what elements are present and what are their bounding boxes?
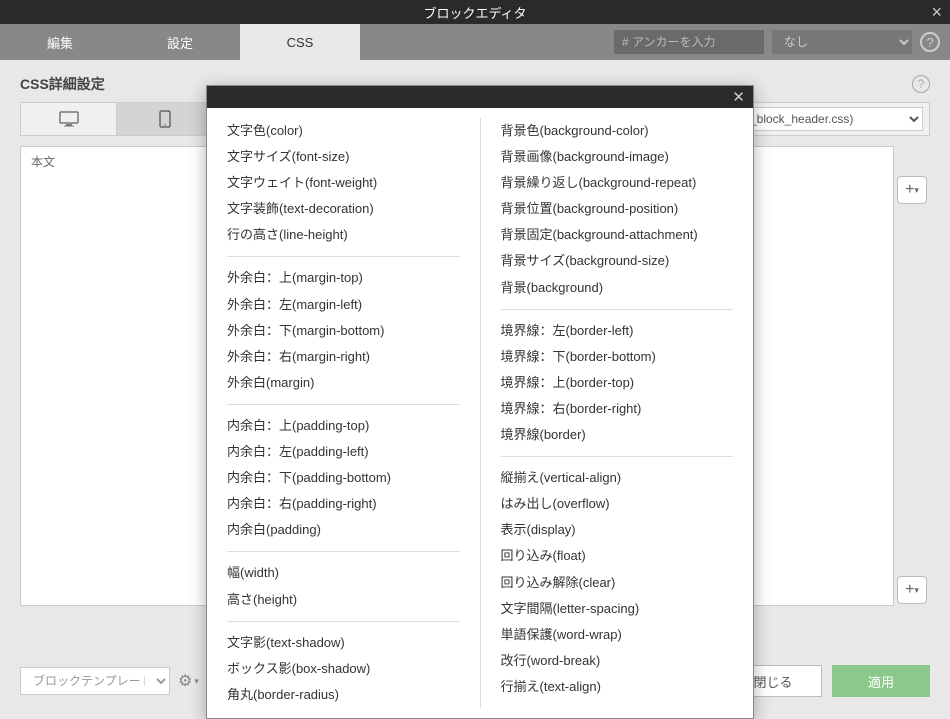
property-item[interactable]: 回り込み解除(clear) bbox=[501, 570, 734, 596]
property-group: 文字色(color)文字サイズ(font-size)文字ウェイト(font-we… bbox=[227, 118, 460, 248]
window-title: ブロックエディタ bbox=[423, 3, 526, 22]
property-item[interactable]: 行揃え(text-align) bbox=[501, 674, 734, 700]
anchor-select[interactable]: なし bbox=[772, 30, 912, 54]
property-item[interactable]: 外余白：右(margin-right) bbox=[227, 344, 460, 370]
device-desktop[interactable] bbox=[21, 103, 117, 135]
property-item[interactable]: 文字色(color) bbox=[227, 118, 460, 144]
mobile-icon bbox=[159, 110, 171, 128]
property-group: 幅(width)高さ(height) bbox=[227, 551, 460, 612]
modal-body: 文字色(color)文字サイズ(font-size)文字ウェイト(font-we… bbox=[207, 108, 753, 718]
property-item[interactable]: 縦揃え(vertical-align) bbox=[501, 465, 734, 491]
property-item[interactable]: はみ出し(overflow) bbox=[501, 491, 734, 517]
property-item[interactable]: 内余白：右(padding-right) bbox=[227, 491, 460, 517]
apply-button[interactable]: 適用 bbox=[832, 665, 930, 697]
property-column-left: 文字色(color)文字サイズ(font-size)文字ウェイト(font-we… bbox=[207, 118, 481, 708]
property-item[interactable]: 表示(display) bbox=[501, 517, 734, 543]
property-item[interactable]: 内余白(padding) bbox=[227, 517, 460, 543]
modal-header: ✕ bbox=[207, 86, 753, 108]
help-icon[interactable]: ? bbox=[920, 32, 940, 52]
property-item[interactable]: 背景画像(background-image) bbox=[501, 144, 734, 170]
property-item[interactable]: 背景位置(background-position) bbox=[501, 196, 734, 222]
gear-icon[interactable]: ⚙▾ bbox=[178, 671, 199, 691]
property-item[interactable]: 外余白：上(margin-top) bbox=[227, 265, 460, 291]
property-item[interactable]: 背景繰り返し(background-repeat) bbox=[501, 170, 734, 196]
property-item[interactable]: 文字装飾(text-decoration) bbox=[227, 196, 460, 222]
desktop-icon bbox=[59, 111, 79, 127]
property-item[interactable]: 単語保護(word-wrap) bbox=[501, 622, 734, 648]
property-item[interactable]: 背景サイズ(background-size) bbox=[501, 248, 734, 274]
property-group: 内余白：上(padding-top)内余白：左(padding-left)内余白… bbox=[227, 404, 460, 543]
tab-edit[interactable]: 編集 bbox=[0, 24, 120, 60]
property-item[interactable]: 文字サイズ(font-size) bbox=[227, 144, 460, 170]
property-item[interactable]: 高さ(height) bbox=[227, 587, 460, 613]
tab-css[interactable]: CSS bbox=[240, 24, 360, 60]
property-group: 文字影(text-shadow)ボックス影(box-shadow)角丸(bord… bbox=[227, 621, 460, 708]
property-item[interactable]: 外余白：下(margin-bottom) bbox=[227, 318, 460, 344]
anchor-input[interactable] bbox=[614, 30, 764, 54]
titlebar: ブロックエディタ × bbox=[0, 0, 950, 24]
tab-settings[interactable]: 設定 bbox=[120, 24, 240, 60]
property-item[interactable]: 外余白：左(margin-left) bbox=[227, 292, 460, 318]
property-item[interactable]: 幅(width) bbox=[227, 560, 460, 586]
property-item[interactable]: ボックス影(box-shadow) bbox=[227, 656, 460, 682]
window-close-icon[interactable]: × bbox=[931, 2, 942, 23]
property-item[interactable]: 文字影(text-shadow) bbox=[227, 630, 460, 656]
property-group: 境界線：左(border-left)境界線：下(border-bottom)境界… bbox=[501, 309, 734, 448]
property-item[interactable]: 境界線：右(border-right) bbox=[501, 396, 734, 422]
property-item[interactable]: 内余白：上(padding-top) bbox=[227, 413, 460, 439]
property-item[interactable]: 背景色(background-color) bbox=[501, 118, 734, 144]
property-item[interactable]: 背景固定(background-attachment) bbox=[501, 222, 734, 248]
page-title: CSS詳細設定 bbox=[20, 74, 105, 94]
add-button-top[interactable]: +▾ bbox=[897, 176, 927, 204]
property-item[interactable]: 外余白(margin) bbox=[227, 370, 460, 396]
block-template-select[interactable]: ブロックテンプレート bbox=[20, 667, 170, 695]
modal-close-icon[interactable]: ✕ bbox=[732, 88, 745, 106]
property-item[interactable]: 改行(word-break) bbox=[501, 648, 734, 674]
property-item[interactable]: 文字間隔(letter-spacing) bbox=[501, 596, 734, 622]
property-group: 縦揃え(vertical-align)はみ出し(overflow)表示(disp… bbox=[501, 456, 734, 700]
property-item[interactable]: 背景(background) bbox=[501, 275, 734, 301]
property-item[interactable]: 角丸(border-radius) bbox=[227, 682, 460, 708]
subheader-help-icon[interactable]: ? bbox=[912, 75, 930, 93]
property-group: 外余白：上(margin-top)外余白：左(margin-left)外余白：下… bbox=[227, 256, 460, 395]
property-item[interactable]: 内余白：左(padding-left) bbox=[227, 439, 460, 465]
add-button-bottom[interactable]: +▾ bbox=[897, 576, 927, 604]
side-buttons: +▾ +▾ bbox=[894, 146, 930, 606]
tab-bar: 編集 設定 CSS なし ? bbox=[0, 24, 950, 60]
device-mobile[interactable] bbox=[117, 103, 213, 135]
css-property-modal: ✕ 文字色(color)文字サイズ(font-size)文字ウェイト(font-… bbox=[206, 85, 754, 719]
property-column-right: 背景色(background-color)背景画像(background-ima… bbox=[481, 118, 754, 708]
property-item[interactable]: 境界線(border) bbox=[501, 422, 734, 448]
property-item[interactable]: 内余白：下(padding-bottom) bbox=[227, 465, 460, 491]
property-item[interactable]: 境界線：上(border-top) bbox=[501, 370, 734, 396]
property-group: 背景色(background-color)背景画像(background-ima… bbox=[501, 118, 734, 301]
property-item[interactable]: 行の高さ(line-height) bbox=[227, 222, 460, 248]
property-item[interactable]: 回り込み(float) bbox=[501, 543, 734, 569]
property-item[interactable]: 境界線：左(border-left) bbox=[501, 318, 734, 344]
property-item[interactable]: 文字ウェイト(font-weight) bbox=[227, 170, 460, 196]
property-item[interactable]: 境界線：下(border-bottom) bbox=[501, 344, 734, 370]
